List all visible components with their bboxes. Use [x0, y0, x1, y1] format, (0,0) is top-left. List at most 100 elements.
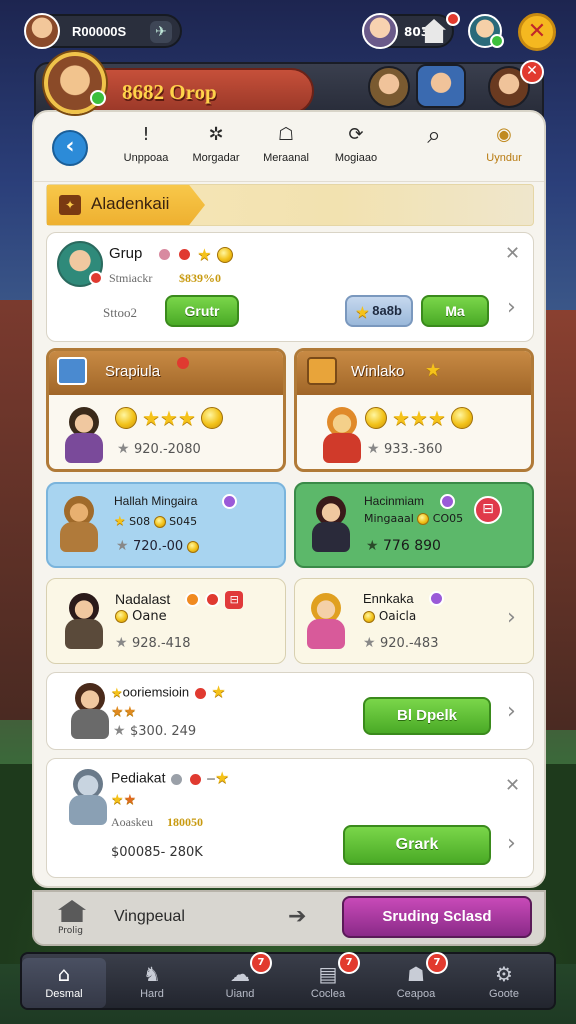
list-row[interactable]: ★ooriemsioin ★ ★ ★ ★ $300. 249 Bl Dpelk ›: [46, 672, 534, 750]
badge-row: ★: [157, 244, 233, 265]
character-body: [65, 433, 103, 463]
character-body: [71, 709, 109, 739]
group-avatar: [57, 241, 103, 287]
tile-sub-value: S045: [169, 515, 198, 528]
nav-label: Uyndur: [486, 152, 522, 164]
chevron-right-icon[interactable]: ›: [507, 699, 516, 724]
ma-button[interactable]: Ma: [421, 295, 489, 327]
dismiss-icon[interactable]: ✕: [505, 775, 520, 796]
tile-title: Ennkaka: [363, 591, 414, 606]
chevron-right-icon[interactable]: ›: [507, 605, 516, 630]
join-button[interactable]: Grutr: [165, 295, 239, 327]
red-dot-icon: [177, 247, 193, 262]
home-icon[interactable]: [58, 900, 86, 922]
bottom-tab-bar: ⌂ Desmal ♞ Hard ☁ Uiand 7 ▤ Coclea 7 ☗ C…: [20, 952, 556, 1010]
tile-title: Nadalast: [115, 591, 171, 607]
star-icon: ★: [211, 684, 226, 701]
member-avatar-selected[interactable]: [416, 64, 466, 108]
panel-nav: ‹ ! Unppoaa ✲ Morgadar ☖ Meraanal ⟳ Mogi…: [34, 112, 544, 182]
red-dot-icon: [188, 771, 204, 787]
row-action-button[interactable]: Bl Dpelk: [363, 697, 491, 735]
tile-hallah[interactable]: Hallah Mingaira ★ S08 S045 ★ 720.-00: [46, 482, 286, 568]
primary-action-button[interactable]: Sruding Sclasd: [342, 896, 532, 938]
remove-member-icon[interactable]: ✕: [520, 60, 544, 84]
home-icon[interactable]: [422, 19, 446, 43]
tile-sub: Oane: [115, 609, 167, 624]
list-row[interactable]: Pediakat –★ ★★ Aoaskeu 180050 $00085- 28…: [46, 758, 534, 878]
star-icon: ★: [214, 770, 230, 787]
chevron-right-icon[interactable]: ›: [507, 831, 516, 856]
back-button[interactable]: ‹: [52, 130, 88, 166]
player-avatar[interactable]: [24, 13, 60, 49]
tile-price-value: 776 890: [383, 538, 441, 554]
friend-avatar[interactable]: [468, 14, 504, 48]
character-body: [312, 522, 350, 552]
section-header: ✦ Aladenkaii: [46, 184, 534, 226]
gift-icon[interactable]: ⊟: [474, 496, 502, 524]
notification-badge: 7: [338, 952, 360, 974]
rating-row: ★★: [111, 789, 136, 810]
group-card[interactable]: Grup ★ Stmiackr $839%0 Sttoo2 Grutr ★ 8a…: [46, 232, 534, 342]
nav-item-mogiaao[interactable]: ⟳ Mogiaao: [318, 124, 394, 176]
tab-coclea[interactable]: ▤ Coclea 7: [286, 952, 370, 1008]
nav-item-uyndur[interactable]: ◉ Uyndur: [466, 124, 542, 176]
nav-label: Mogiaao: [334, 152, 378, 164]
star-icon: ★: [177, 406, 196, 430]
nav-item-meraanal[interactable]: ☖ Meraanal: [248, 124, 324, 176]
ring-icon: ◉: [496, 124, 512, 145]
friend-avatar-small: [362, 13, 398, 49]
star-icon: ★: [123, 791, 137, 808]
star-icon: ★: [425, 360, 442, 381]
member-avatar[interactable]: [368, 66, 410, 108]
star-icon: ★: [123, 703, 137, 720]
tab-ceapoa[interactable]: ☗ Ceapoa 7: [374, 952, 458, 1008]
status-dot: [89, 271, 103, 285]
character-icon: ♞: [143, 962, 161, 986]
arrow-right-icon[interactable]: ➔: [288, 904, 306, 929]
chevron-right-icon[interactable]: ›: [507, 295, 516, 320]
group-leader-avatar[interactable]: [44, 52, 106, 114]
star-button[interactable]: ★ 8a8b: [345, 295, 413, 327]
tab-label: Goote: [489, 988, 519, 1000]
tile-ennkaka[interactable]: Ennkaka Oaicla ★ 920.-483 ›: [294, 578, 534, 664]
tile-price-value: 920.-2080: [134, 442, 201, 457]
tab-uiand[interactable]: ☁ Uiand 7: [198, 952, 282, 1008]
character-body: [60, 522, 98, 552]
tab-desmal[interactable]: ⌂ Desmal: [22, 958, 106, 1008]
tile-hacinmiam[interactable]: Hacinmiam Mingaaal CO05 ⊟ ★ 776 890: [294, 482, 534, 568]
row-title: Pediakat: [111, 769, 166, 786]
row-title-wrap: ★ooriemsioin ★: [111, 683, 226, 703]
tile-winlako[interactable]: Winlako ★ ★★★ ★ 933.-360: [294, 348, 534, 472]
character-body: [307, 619, 345, 649]
player-name: R00000S: [72, 24, 127, 39]
player-profile-pill[interactable]: R00000S ✈: [24, 13, 182, 49]
row-action-button[interactable]: Grark: [343, 825, 491, 865]
tile-sub-label: S08: [129, 515, 151, 528]
tab-hard[interactable]: ♞ Hard: [110, 958, 194, 1008]
currency-pill[interactable]: 803: [362, 12, 460, 49]
tile-sub-label: Mingaaal: [364, 512, 414, 525]
chest-icon: ☖: [277, 124, 295, 145]
tile-srapiula[interactable]: Srapiula ★★★ ★ 920.-2080: [46, 348, 286, 472]
dismiss-icon[interactable]: ✕: [505, 243, 520, 264]
tile-sub: Mingaaal CO05: [364, 512, 463, 525]
card-title: Grup: [109, 245, 143, 262]
tile-nadalast[interactable]: Nadalast ⊟ Oane ★ 928.-418: [46, 578, 286, 664]
row-title-wrap: Pediakat –★: [111, 769, 230, 787]
row-price: ★ $300. 249: [113, 723, 197, 739]
chat-icon: ☁: [230, 962, 250, 986]
coin-icon: [365, 407, 387, 429]
tab-goote[interactable]: ⚙ Goote: [462, 958, 546, 1008]
tile-sub: Oaicla: [363, 609, 416, 623]
orange-dot-icon: [185, 592, 200, 607]
close-button[interactable]: ✕: [518, 13, 556, 51]
nav-item-search[interactable]: ⌕: [396, 123, 472, 176]
nav-label: Unppoaa: [123, 152, 169, 164]
gear-icon: ⚙: [495, 962, 513, 986]
nav-item-morgadar[interactable]: ✲ Morgadar: [178, 124, 254, 176]
red-dot-icon: [192, 685, 208, 701]
leaf-icon[interactable]: ✈: [150, 21, 172, 43]
nav-item-unppoaa[interactable]: ! Unppoaa: [108, 124, 184, 176]
rating-row: ★★★: [115, 407, 223, 429]
tile-title: Srapiula: [105, 363, 161, 380]
